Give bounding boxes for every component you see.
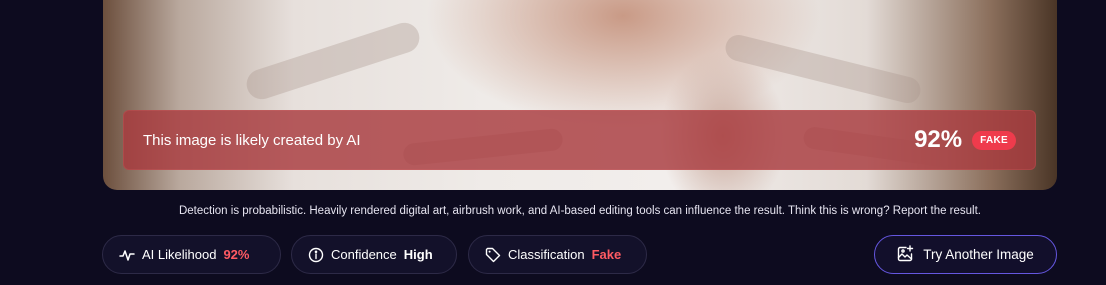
info-circle-icon (308, 247, 324, 263)
ai-likelihood-chip: AI Likelihood 92% (102, 235, 281, 274)
score-group: 92% FAKE (914, 126, 1016, 154)
confidence-value: High (403, 247, 433, 262)
detection-disclaimer: Detection is probabilistic. Heavily rend… (178, 205, 981, 217)
fake-badge: FAKE (972, 130, 1016, 150)
detection-result-banner: This image is likely created by AI 92% F… (123, 110, 1036, 170)
try-another-label: Try Another Image (923, 247, 1034, 262)
classification-value: Fake (591, 247, 622, 262)
tag-icon (485, 247, 501, 263)
image-plus-icon (897, 244, 914, 265)
classification-chip: Classification Fake (468, 235, 647, 274)
confidence-label: Confidence (331, 247, 397, 262)
try-another-image-button[interactable]: Try Another Image (874, 235, 1057, 274)
ai-likelihood-label: AI Likelihood (142, 247, 217, 262)
confidence-chip: Confidence High (291, 235, 457, 274)
classification-label: Classification (508, 247, 585, 262)
activity-pulse-icon (119, 247, 135, 263)
ai-likelihood-value: 92% (223, 247, 250, 262)
ai-score: 92% (914, 126, 963, 153)
result-message: This image is likely created by AI (143, 131, 361, 149)
